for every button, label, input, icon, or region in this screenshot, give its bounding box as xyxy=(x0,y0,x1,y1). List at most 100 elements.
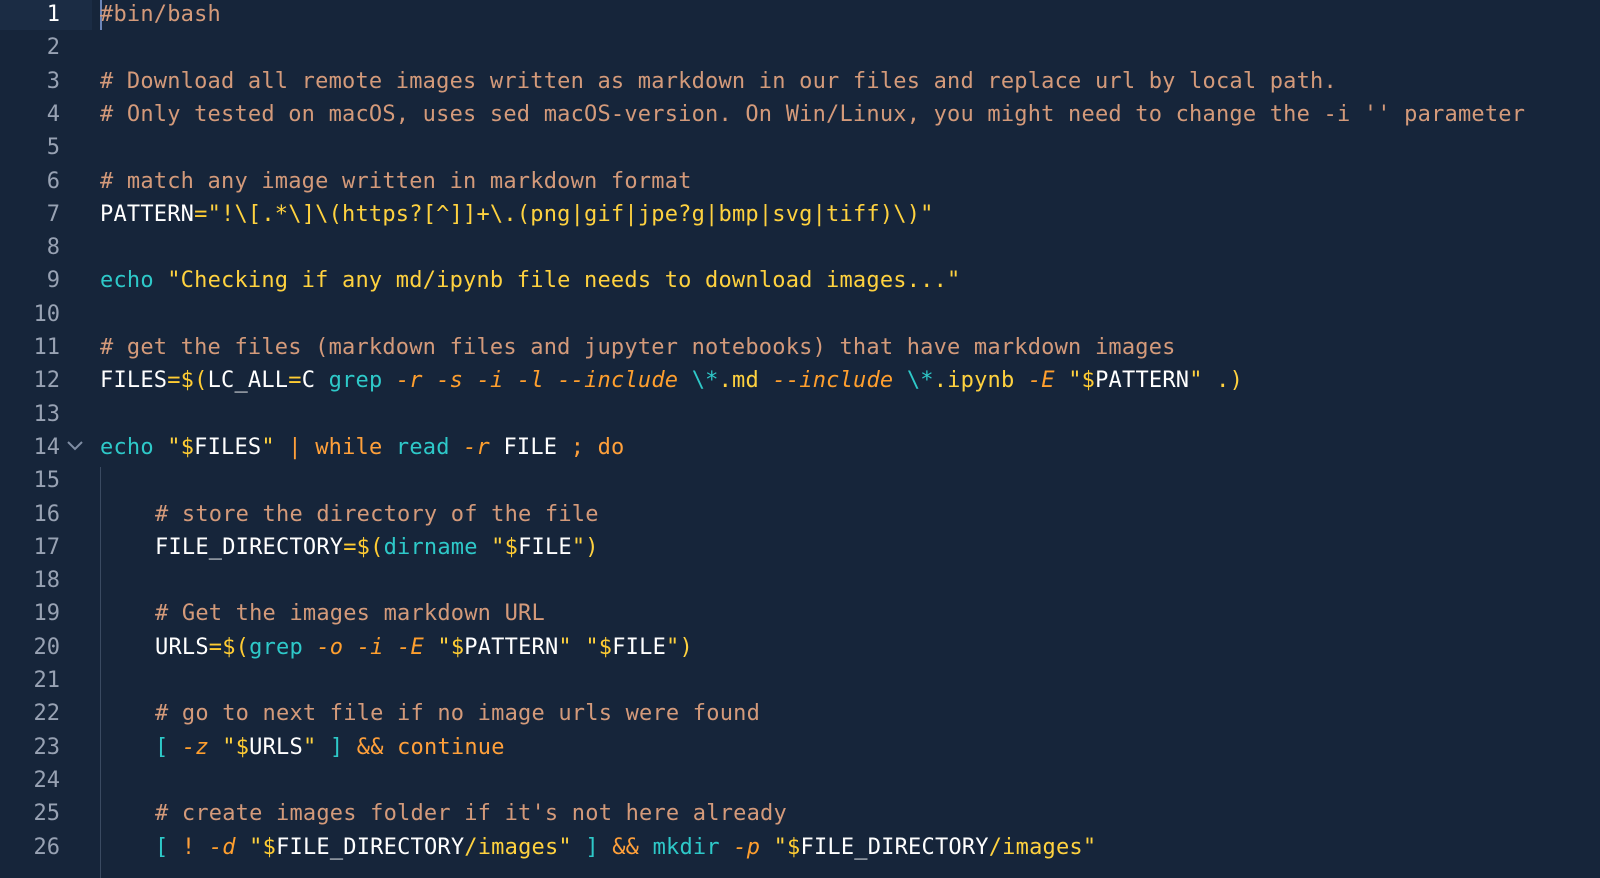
line-number: 11 xyxy=(33,335,61,360)
code-token-flag: --include xyxy=(557,368,679,394)
code-line[interactable]: # match any image written in markdown fo… xyxy=(100,165,692,199)
code-token-flag: -i xyxy=(476,368,504,394)
code-line[interactable]: FILES=$(LC_ALL=C grep -r -s -i -l --incl… xyxy=(100,364,1243,398)
indent-guide xyxy=(100,467,101,878)
code-token-flag: --include xyxy=(772,368,894,394)
line-number: 16 xyxy=(33,501,61,527)
code-line[interactable]: [ -z "$URLS" ] && continue xyxy=(155,731,505,765)
code-token-comment: # Download all remote images written as … xyxy=(100,68,1337,94)
code-token-cmd: mkdir xyxy=(652,834,720,860)
code-token-str: " xyxy=(773,834,788,860)
code-token-kw: && xyxy=(612,834,640,860)
line-number: 13 xyxy=(33,401,61,427)
code-token-op: = xyxy=(194,201,208,227)
code-token-op: $ xyxy=(180,434,195,460)
code-line[interactable]: # Only tested on macOS, uses sed macOS-v… xyxy=(100,98,1525,132)
code-line[interactable]: # go to next file if no image urls were … xyxy=(155,697,760,731)
line-number: 6 xyxy=(46,168,60,194)
code-token-comment: # get the files (markdown files and jupy… xyxy=(100,335,1176,360)
line-number: 10 xyxy=(33,301,61,327)
code-token-flag: -o xyxy=(316,634,344,660)
code-line[interactable]: URLS=$(grep -o -i -E "$PATTERN" "$FILE") xyxy=(155,631,693,665)
code-token-var: PATTERN xyxy=(100,201,195,227)
code-token-op: $ xyxy=(235,734,250,760)
line-number: 21 xyxy=(33,668,61,693)
code-token-comment: # match any image written in markdown fo… xyxy=(100,168,692,194)
code-token-flag: -r xyxy=(463,434,490,460)
code-token-var: FILES xyxy=(100,368,168,394)
code-token-var: C xyxy=(301,368,316,394)
code-token-str: " xyxy=(167,434,181,460)
code-token-flag: -E xyxy=(397,634,424,660)
code-token-str: " xyxy=(558,634,572,660)
code-token-op: =$( xyxy=(167,368,208,394)
code-token-str: "!\[.*\]\(https?[^]]+\.(png|gif|jpe?g|bm… xyxy=(207,201,934,227)
code-line[interactable]: FILE_DIRECTORY=$(dirname "$FILE") xyxy=(155,531,599,565)
code-token-str: " xyxy=(249,834,263,860)
code-token-kw: continue xyxy=(397,734,505,760)
code-token-var: PATTERN xyxy=(464,634,559,660)
code-token-var: LC_ALL xyxy=(207,368,289,394)
code-line[interactable]: # create images folder if it's not here … xyxy=(155,797,787,831)
code-token-flag: -s xyxy=(436,368,464,394)
code-line[interactable]: # get the files (markdown files and jupy… xyxy=(100,331,1176,365)
code-token-op: $ xyxy=(598,634,613,660)
code-token-str: " xyxy=(585,634,599,660)
line-number: 22 xyxy=(33,701,61,727)
code-token-var: URLS xyxy=(249,734,303,760)
code-line[interactable]: # Get the images markdown URL xyxy=(155,597,545,631)
code-line[interactable]: # store the directory of the file xyxy=(155,498,599,532)
code-token-kw: do xyxy=(597,434,625,460)
code-token-op: $ xyxy=(450,634,465,660)
code-token-str: ") xyxy=(571,534,599,560)
code-token-str: " xyxy=(491,534,505,560)
code-token-var: FILE xyxy=(503,434,558,460)
chevron-down-icon[interactable] xyxy=(62,433,88,459)
line-number: 4 xyxy=(46,101,60,127)
code-token-flag: -p xyxy=(733,834,761,860)
code-line[interactable]: PATTERN="!\[.*\]\(https?[^]]+\.(png|gif|… xyxy=(100,198,934,232)
code-line[interactable]: echo "Checking if any md/ipynb file need… xyxy=(100,264,961,298)
code-token-str: ") xyxy=(666,634,693,660)
code-token-str: .ipynb xyxy=(933,368,1015,394)
code-line[interactable]: #bin/bash xyxy=(100,0,221,32)
code-token-str: " xyxy=(437,634,451,660)
line-number: 5 xyxy=(46,135,60,161)
code-token-kw: ; xyxy=(570,434,585,460)
code-line[interactable]: echo "$FILES" | while read -r FILE ; do xyxy=(100,431,624,465)
code-editor[interactable]: 1 2 3 4 5 6 7 8 9 10 11 12 13 14 15 16 17 18 19 20 21 22 23 24 2… xyxy=(0,0,1600,878)
code-token-var: FILE_DIRECTORY xyxy=(800,834,989,860)
line-number: 3 xyxy=(46,68,60,94)
code-token-comment: # Only tested on macOS, uses sed macOS-v… xyxy=(100,101,1526,127)
code-token-str: " xyxy=(222,734,236,760)
code-token-cmd: dirname xyxy=(383,534,478,560)
code-line[interactable]: # Download all remote images written as … xyxy=(100,65,1337,99)
line-number: 14 xyxy=(33,434,61,460)
code-token-flag: -d xyxy=(208,834,236,860)
code-line[interactable]: [ ! -d "$FILE_DIRECTORY/images" ] && mkd… xyxy=(155,831,1096,865)
